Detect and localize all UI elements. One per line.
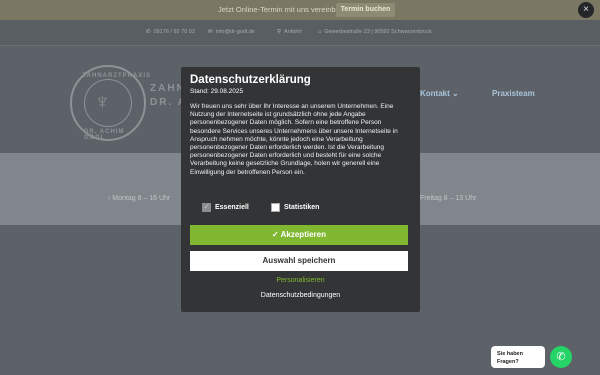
statistics-label: Statistiken <box>284 204 320 211</box>
practice-logo[interactable]: ♆ ZAHNARZTPRAXIS DR. ACHIM GÖDL <box>70 65 150 141</box>
logo-bottom-text: DR. ACHIM GÖDL <box>84 129 125 141</box>
chat-prompt[interactable]: Sie haben Fragen? <box>491 346 545 368</box>
privacy-consent-dialog: Datenschutzerklärung Stand: 29.08.2025 W… <box>181 67 420 312</box>
dialog-date: Stand: 29.08.2025 <box>190 88 244 95</box>
close-icon[interactable]: × <box>578 2 594 18</box>
essential-checkbox[interactable]: ✓ <box>202 203 211 212</box>
book-appointment-button[interactable]: Termin buchen <box>336 3 395 17</box>
contact-bar: ✆ 09176 / 92 70 92 ✉ info@dr-godl.de ⚲ Anfa… <box>0 20 600 46</box>
save-selection-button[interactable]: Auswahl speichern <box>190 251 408 271</box>
envelope-icon: ✉ <box>208 29 213 35</box>
phone-icon: ✆ <box>146 29 151 35</box>
hours-friday: Freitag 8 – 13 Uhr <box>420 195 477 202</box>
privacy-terms-link[interactable]: Datenschutzbedingungen <box>181 292 420 299</box>
chevron-down-icon: ⌄ <box>452 89 459 98</box>
whatsapp-icon[interactable]: ✆ <box>550 346 572 368</box>
accept-button[interactable]: ✓ Akzeptieren <box>190 225 408 245</box>
hours-monday: ‹ Montag 8 – 16 Uhr <box>108 195 171 202</box>
personalize-link[interactable]: Personalisieren <box>181 277 420 284</box>
logo-top-text: ZAHNARZTPRAXIS <box>82 73 151 79</box>
essential-label: Essenziell <box>215 204 249 211</box>
location-icon: ⌂ <box>318 29 322 35</box>
banner-text: Jetzt Online-Termin mit uns vereinbaren! <box>218 5 353 14</box>
nav-item-team[interactable]: Praxisteam <box>492 89 535 98</box>
directions-link[interactable]: ⚲ Anfahrt <box>277 29 302 35</box>
tooth-icon: ♆ <box>94 89 111 114</box>
dialog-body: Wir freuen uns sehr über Ihr Interesse a… <box>190 103 398 176</box>
nav-item-contact[interactable]: Kontakt ⌄ <box>420 89 459 98</box>
dialog-title: Datenschutzerklärung <box>190 74 311 86</box>
map-pin-icon: ⚲ <box>277 29 282 35</box>
statistics-checkbox[interactable] <box>271 203 280 212</box>
email-link[interactable]: ✉ info@dr-godl.de <box>208 29 255 35</box>
top-banner: Jetzt Online-Termin mit uns vereinbaren!… <box>0 0 600 20</box>
address-link[interactable]: ⌂ Gewerbestraße 23 | 90592 Schwarzenbruck <box>318 29 432 35</box>
phone-link[interactable]: ✆ 09176 / 92 70 92 <box>146 29 195 35</box>
